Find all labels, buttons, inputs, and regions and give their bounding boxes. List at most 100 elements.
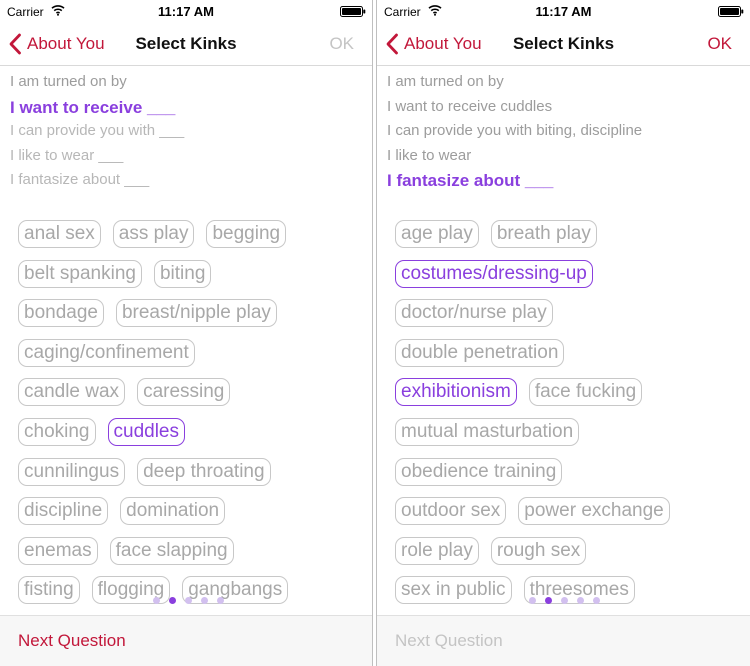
tag-row: obedience training bbox=[395, 457, 740, 498]
tag-row: anal sex ass play begging bbox=[18, 220, 362, 260]
kink-tag[interactable]: mutual masturbation bbox=[395, 417, 580, 446]
kink-tag[interactable]: power exchange bbox=[518, 497, 670, 526]
prompt-list: I am turned on by I want to receive cuddl… bbox=[387, 72, 742, 195]
prompt-line[interactable]: I can provide you with biting, disciplin… bbox=[387, 121, 742, 146]
kink-tag[interactable]: fisting bbox=[18, 576, 80, 605]
kink-tag[interactable]: choking bbox=[18, 417, 96, 446]
kink-tag[interactable]: begging bbox=[206, 220, 287, 248]
prompt-line[interactable]: I like to wear ___ bbox=[10, 146, 364, 171]
kink-tag[interactable]: cuddles bbox=[107, 417, 185, 446]
phone-screen-right: Carrier 11:17 AM About You Select Kinks … bbox=[376, 0, 750, 666]
prompt-line[interactable]: I like to wear bbox=[387, 146, 742, 171]
kink-tag-grid: anal sex ass play begging belt spanking biti… bbox=[18, 220, 362, 616]
kink-tag[interactable]: breath play bbox=[490, 220, 597, 248]
prompt-list: I am turned on by I want to receive ___ I … bbox=[10, 72, 364, 195]
kink-tag[interactable]: bondage bbox=[18, 299, 104, 328]
back-button[interactable]: About You bbox=[385, 32, 482, 56]
kink-tag[interactable]: doctor/nurse play bbox=[395, 299, 553, 328]
bottom-toolbar: Next Question bbox=[377, 615, 750, 666]
page-dot[interactable] bbox=[561, 597, 568, 604]
kink-tag[interactable]: breast/nipple play bbox=[115, 299, 277, 328]
bottom-toolbar: Next Question bbox=[0, 615, 372, 666]
kink-tag[interactable]: deep throating bbox=[137, 457, 271, 486]
kink-tag[interactable]: face fucking bbox=[528, 378, 643, 407]
kink-tag[interactable]: ass play bbox=[112, 220, 195, 248]
ok-button[interactable]: OK bbox=[329, 34, 354, 54]
kink-tag[interactable]: enemas bbox=[18, 536, 98, 565]
page-dot[interactable] bbox=[593, 597, 600, 604]
kink-tag[interactable]: role play bbox=[395, 536, 479, 565]
page-dot[interactable] bbox=[153, 597, 160, 604]
kink-tag[interactable]: candle wax bbox=[18, 378, 126, 407]
tag-row: choking cuddles bbox=[18, 417, 362, 458]
kink-tag[interactable]: belt spanking bbox=[18, 259, 142, 288]
app-screenshot: Carrier 11:17 AM About You Select Kinks … bbox=[0, 0, 750, 666]
tag-row: mutual masturbation bbox=[395, 417, 740, 458]
kink-tag[interactable]: double penetration bbox=[395, 338, 565, 367]
kink-tag[interactable]: age play bbox=[395, 220, 479, 248]
tag-row: outdoor sex power exchange bbox=[395, 497, 740, 537]
kink-tag[interactable]: sex in public bbox=[395, 576, 512, 605]
tag-row: role play rough sex bbox=[395, 536, 740, 577]
status-bar: Carrier 11:17 AM bbox=[377, 0, 750, 22]
tag-row: costumes/dressing-up bbox=[395, 259, 740, 300]
page-dot[interactable] bbox=[201, 597, 208, 604]
phone-screen-left: Carrier 11:17 AM About You Select Kinks … bbox=[0, 0, 373, 666]
kink-tag[interactable]: cunnilingus bbox=[18, 457, 126, 486]
kink-tag[interactable]: domination bbox=[120, 497, 226, 526]
tag-row: candle wax caressing bbox=[18, 378, 362, 418]
page-indicator[interactable] bbox=[153, 597, 233, 604]
prompt-line[interactable]: I want to receive ___ bbox=[10, 97, 364, 122]
tag-row: age play breath play bbox=[395, 220, 740, 260]
kink-tag[interactable]: face slapping bbox=[109, 536, 234, 565]
kink-tag[interactable]: caressing bbox=[137, 378, 231, 407]
prompt-line[interactable]: I want to receive cuddles bbox=[387, 97, 742, 122]
kink-tag[interactable]: costumes/dressing-up bbox=[395, 259, 593, 288]
back-button-label: About You bbox=[27, 34, 105, 53]
kink-tag-grid: age play breath play costumes/dressing-up d… bbox=[395, 220, 740, 616]
page-dot[interactable] bbox=[217, 597, 224, 604]
tag-row: exhibitionism face fucking bbox=[395, 378, 740, 418]
kink-tag[interactable]: anal sex bbox=[18, 220, 101, 248]
prompt-line[interactable]: I am turned on by bbox=[10, 72, 364, 97]
status-bar: Carrier 11:17 AM bbox=[0, 0, 372, 22]
navigation-bar: About You Select Kinks OK bbox=[377, 22, 750, 66]
page-dot[interactable] bbox=[577, 597, 584, 604]
next-question-button[interactable]: Next Question bbox=[18, 631, 126, 651]
tag-row: double penetration bbox=[395, 338, 740, 379]
clock-time: 11:17 AM bbox=[535, 4, 592, 19]
tag-row: cunnilingus deep throating bbox=[18, 457, 362, 498]
tag-row: discipline domination bbox=[18, 497, 362, 537]
battery-icon bbox=[340, 6, 366, 17]
tag-row: enemas face slapping bbox=[18, 536, 362, 577]
back-button-label: About You bbox=[404, 34, 482, 53]
tag-row: doctor/nurse play bbox=[395, 299, 740, 339]
chevron-left-icon bbox=[9, 33, 21, 55]
prompt-line[interactable]: I fantasize about ___ bbox=[387, 170, 742, 195]
prompt-line[interactable]: I can provide you with ___ bbox=[10, 121, 364, 146]
kink-tag[interactable]: exhibitionism bbox=[395, 378, 517, 407]
kink-tag[interactable]: obedience training bbox=[395, 457, 563, 486]
back-button[interactable]: About You bbox=[8, 32, 105, 56]
tag-row: belt spanking biting bbox=[18, 259, 362, 300]
kink-tag[interactable]: rough sex bbox=[490, 536, 587, 565]
kink-tag[interactable]: discipline bbox=[18, 497, 109, 526]
prompt-line[interactable]: I fantasize about ___ bbox=[10, 170, 364, 195]
tag-row: bondage breast/nipple play bbox=[18, 299, 362, 339]
prompt-line[interactable]: I am turned on by bbox=[387, 72, 742, 97]
page-dot[interactable] bbox=[545, 597, 552, 604]
clock-time: 11:17 AM bbox=[158, 4, 214, 19]
kink-tag[interactable]: outdoor sex bbox=[395, 497, 507, 526]
page-indicator[interactable] bbox=[529, 597, 609, 604]
next-question-button[interactable]: Next Question bbox=[395, 631, 503, 651]
page-dot[interactable] bbox=[169, 597, 176, 604]
kink-tag[interactable]: caging/confinement bbox=[18, 338, 195, 367]
chevron-left-icon bbox=[386, 33, 398, 55]
ok-button[interactable]: OK bbox=[707, 34, 732, 54]
navigation-bar: About You Select Kinks OK bbox=[0, 22, 372, 66]
page-dot[interactable] bbox=[529, 597, 536, 604]
tag-row: caging/confinement bbox=[18, 338, 362, 379]
battery-icon bbox=[718, 6, 744, 17]
page-dot[interactable] bbox=[185, 597, 192, 604]
kink-tag[interactable]: biting bbox=[153, 259, 212, 288]
